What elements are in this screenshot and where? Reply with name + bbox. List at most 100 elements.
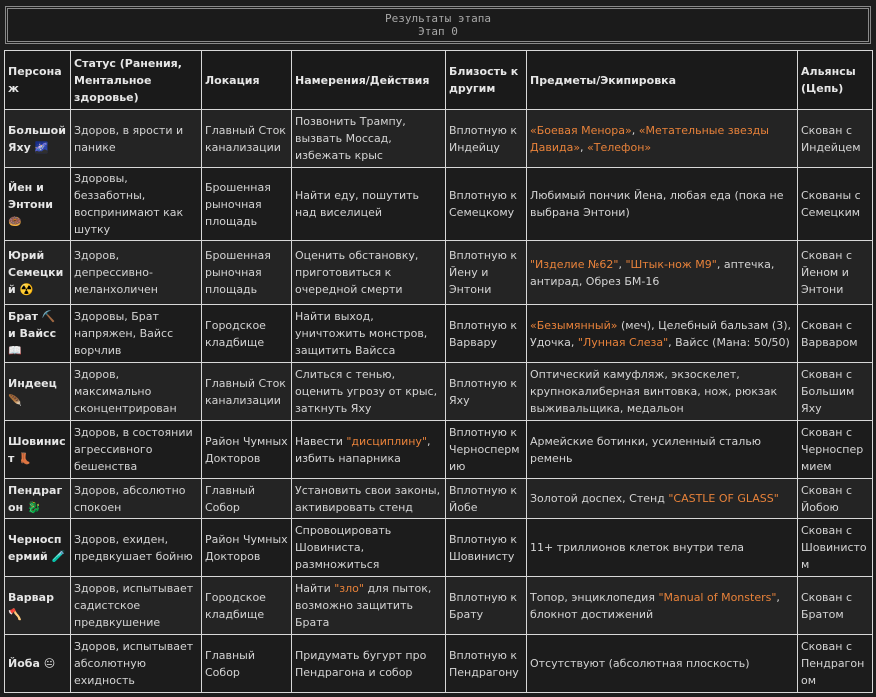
character-name-cell: Йен и Энтони 🍩	[4, 167, 71, 241]
items-cell: "Изделие №62", "Штык-нож М9", аптечка, а…	[526, 240, 798, 305]
character-name-cell: Большой Яху 🌌	[4, 109, 71, 168]
highlighted-item-name: "CASTLE OF GLASS"	[668, 492, 779, 505]
location-cell: Главный Собор	[201, 634, 292, 693]
table-row: Большой Яху 🌌 Здоров, в ярости и панике Гл…	[4, 109, 873, 168]
highlighted-item-name: "Лунная Слеза"	[577, 335, 669, 349]
intent-cell: Оценить обстановку, приготовиться к очер…	[291, 240, 446, 305]
text-segment: Армейские ботинки, усиленный сталью реме…	[530, 434, 762, 465]
stage-results-header: Результаты этапа Этап 0	[5, 6, 871, 44]
intent-cell: Навести "дисциплину", избить напарника	[291, 420, 446, 479]
character-name-cell: Черноспермий 🧪	[4, 518, 71, 577]
location-cell: Главный Сток канализации	[201, 362, 292, 421]
alliance-cell: Скован с Йобою	[797, 478, 873, 519]
proximity-cell: Вплотную к Черноспермию	[445, 420, 527, 479]
proximity-cell: Вплотную к Пендрагону	[445, 634, 527, 693]
text-segment: Золотой доспех, Стенд	[530, 492, 669, 505]
items-cell: 11+ триллионов клеток внутри тела	[526, 518, 798, 577]
character-name-cell: Пендрагон 🐉	[4, 478, 71, 519]
intent-cell: Найти "зло" для пыток, возможно защитить…	[291, 576, 446, 635]
highlighted-item-name: «Телефон»	[587, 140, 652, 154]
intent-cell: Слиться с тенью, оценить угрозу от крыс,…	[291, 362, 446, 421]
alliance-cell: Скован с Шовинистом	[797, 518, 873, 577]
proximity-cell: Вплотную к Йену и Энтони	[445, 240, 527, 305]
status-cell: Здоров, в ярости и панике	[70, 109, 202, 168]
text-segment: Отсутствуют (абсолютная плоскость)	[530, 657, 750, 670]
stage-results-title: Результаты этапа	[385, 12, 491, 25]
table-row: Шовинист 👢 Здоров, в состоянии агрессивно…	[4, 420, 873, 479]
proximity-cell: Вплотную к Брату	[445, 576, 527, 635]
items-cell: «Боевая Менора», «Метательные звезды Дав…	[526, 109, 798, 168]
proximity-cell: Вплотную к Йобе	[445, 478, 527, 519]
results-table: Персонаж Статус (Ранения, Ментальное здо…	[4, 50, 873, 693]
alliance-cell: Скован с Пендрагоном	[797, 634, 873, 693]
character-name-cell: Юрий Семецкий ☢️	[4, 240, 71, 305]
text-segment: Установить свои законы, активировать сте…	[295, 483, 441, 514]
text-segment: ,	[580, 140, 588, 154]
intent-cell: Найти еду, пошутить над виселицей	[291, 167, 446, 241]
table-row: Йоба 😐 Здоров, испытывает абсолютную ехид…	[4, 634, 873, 693]
status-cell: Здоров, абсолютно спокоен	[70, 478, 202, 519]
status-cell: Здоров, максимально сконцентрирован	[70, 362, 202, 421]
table-row: Йен и Энтони 🍩 Здоровы, беззаботны, воспр…	[4, 167, 873, 241]
text-segment: Спровоцировать Шовиниста, размножиться	[295, 524, 392, 571]
items-cell: Золотой доспех, Стенд "CASTLE OF GLASS"	[526, 478, 798, 519]
intent-cell: Позвонить Трампу, вызвать Моссад, избежа…	[291, 109, 446, 168]
text-segment: Навести	[295, 434, 347, 448]
status-cell: Здоров, испытывает абсолютную ехидность	[70, 634, 202, 693]
status-cell: Здоровы, Брат напряжен, Вайсс ворчлив	[70, 304, 202, 363]
alliance-cell: Скован с Индейцем	[797, 109, 873, 168]
text-segment: Слиться с тенью, оценить угрозу от крыс,…	[295, 368, 438, 415]
alliance-cell: Скован с Большим Яху	[797, 362, 873, 421]
status-cell: Здоров, в состоянии агрессивного бешенст…	[70, 420, 202, 479]
location-cell: Городское кладбище	[201, 304, 292, 363]
column-header-status: Статус (Ранения, Ментальное здоровье)	[70, 50, 202, 110]
status-cell: Здоров, ехиден, предвкушает бойню	[70, 518, 202, 577]
column-header-intent: Намерения/Действия	[291, 50, 446, 110]
status-cell: Здоров, испытывает садистское предвкушен…	[70, 576, 202, 635]
text-segment: Любимый пончик Йена, любая еда (пока не …	[530, 189, 784, 219]
text-segment: Найти	[295, 582, 335, 595]
column-header-alliance: Альянсы (Цепь)	[797, 50, 873, 110]
status-cell: Здоровы, беззаботны, воспринимают как шу…	[70, 167, 202, 241]
proximity-cell: Вплотную к Варвару	[445, 304, 527, 363]
table-row: Индеец 🪶 Здоров, максимально сконцентриро…	[4, 362, 873, 421]
proximity-cell: Вплотную к Яху	[445, 362, 527, 421]
character-name-cell: Брат ⛏️ и Вайсс 📖	[4, 304, 71, 363]
highlighted-item-name: «Боевая Менора»	[530, 123, 632, 137]
highlighted-item-name: "зло"	[334, 582, 364, 595]
highlighted-item-name: "Изделие №62"	[530, 257, 619, 271]
column-header-proximity: Близость к другим	[445, 50, 527, 110]
location-cell: Главный Сток канализации	[201, 109, 292, 168]
alliance-cell: Скован с Братом	[797, 576, 873, 635]
intent-cell: Придумать бугурт про Пендрагона и собор	[291, 634, 446, 693]
highlighted-item-name: "Штык-нож М9"	[625, 257, 717, 271]
column-header-items: Предметы/Экипировка	[526, 50, 798, 110]
status-cell: Здоров, депрессивно-меланхоличен	[70, 240, 202, 305]
table-row: Юрий Семецкий ☢️ Здоров, депрессивно-мела…	[4, 240, 873, 305]
text-segment: Позвонить Трампу, вызвать Моссад, избежа…	[295, 115, 406, 162]
intent-cell: Установить свои законы, активировать сте…	[291, 478, 446, 519]
location-cell: Брошенная рыночная площадь	[201, 167, 292, 241]
text-segment: Оценить обстановку, приготовиться к очер…	[295, 249, 419, 296]
proximity-cell: Вплотную к Индейцу	[445, 109, 527, 168]
text-segment: Найти выход, уничтожить монстров, защити…	[295, 310, 428, 357]
text-segment: Топор, энциклопедия	[530, 590, 659, 604]
table-row: Черноспермий 🧪 Здоров, ехиден, предвкушае…	[4, 518, 873, 577]
location-cell: Район Чумных Докторов	[201, 518, 292, 577]
column-header-location: Локация	[201, 50, 292, 110]
intent-cell: Найти выход, уничтожить монстров, защити…	[291, 304, 446, 363]
intent-cell: Спровоцировать Шовиниста, размножиться	[291, 518, 446, 577]
text-segment: Оптический камуфляж, экзоскелет, крупнок…	[530, 368, 778, 415]
table-row: Пендрагон 🐉 Здоров, абсолютно спокоен Глав…	[4, 478, 873, 519]
alliance-cell: Скован с Йеном и Энтони	[797, 240, 873, 305]
table-header-row: Персонаж Статус (Ранения, Ментальное здо…	[4, 50, 873, 110]
location-cell: Брошенная рыночная площадь	[201, 240, 292, 305]
text-segment: ,	[631, 123, 639, 137]
items-cell: Топор, энциклопедия "Manual of Monsters"…	[526, 576, 798, 635]
character-name-cell: Йоба 😐	[4, 634, 71, 693]
alliance-cell: Скованы с Семецким	[797, 167, 873, 241]
text-segment: Придумать бугурт про Пендрагона и собор	[295, 648, 427, 679]
character-name-cell: Варвар 🪓	[4, 576, 71, 635]
alliance-cell: Скован с Варваром	[797, 304, 873, 363]
location-cell: Главный Собор	[201, 478, 292, 519]
